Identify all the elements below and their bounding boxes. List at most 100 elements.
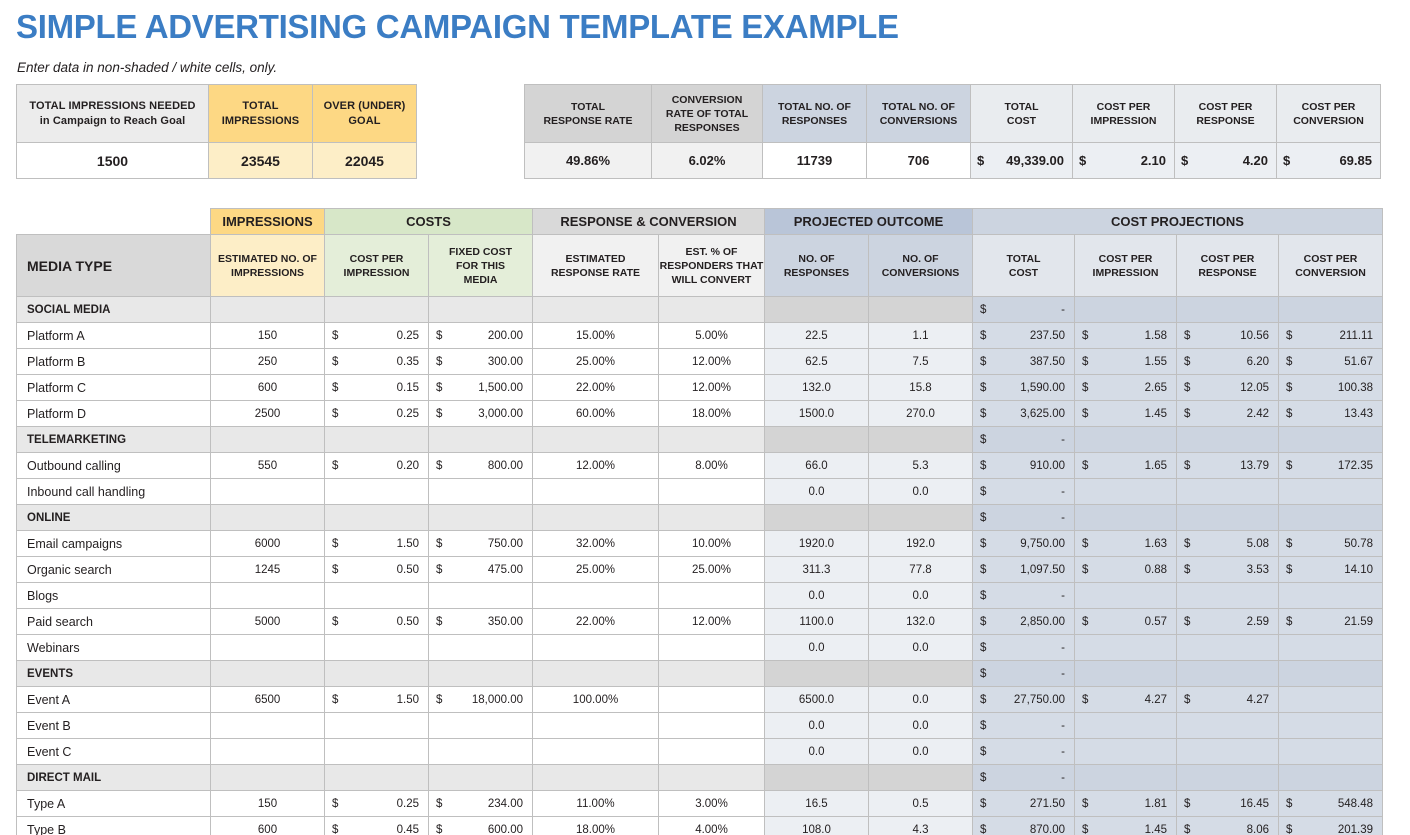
cell-estimated-impressions[interactable]: 2500 — [210, 400, 325, 427]
cell-fixed-cost[interactable]: $1,500.00 — [428, 374, 533, 401]
cell-cost-per-impression[interactable]: $0.50 — [324, 608, 429, 635]
cell-estimated-response-rate[interactable]: 22.00% — [532, 608, 659, 635]
cell-est-percent-convert[interactable]: 25.00% — [658, 556, 765, 583]
cell-estimated-impressions[interactable]: 6000 — [210, 530, 325, 557]
cell-estimated-response-rate[interactable]: 60.00% — [532, 400, 659, 427]
cell-estimated-impressions[interactable]: 150 — [210, 790, 325, 817]
cell-fixed-cost[interactable]: $800.00 — [428, 452, 533, 479]
cell-estimated-impressions[interactable]: 6500 — [210, 686, 325, 713]
group-header-row: IMPRESSIONS COSTS RESPONSE & CONVERSION … — [16, 208, 1383, 235]
cell-est-percent-convert[interactable]: 12.00% — [658, 374, 765, 401]
group-cost-projections: COST PROJECTIONS — [972, 208, 1383, 235]
cell-est-percent-convert[interactable]: 3.00% — [658, 790, 765, 817]
cell-cost-per-impression[interactable]: $1.50 — [324, 530, 429, 557]
cell-estimated-impressions[interactable]: 550 — [210, 452, 325, 479]
cell-estimated-response-rate[interactable]: 11.00% — [532, 790, 659, 817]
cell-est-percent-convert[interactable] — [658, 582, 765, 609]
cell-estimated-response-rate[interactable] — [532, 712, 659, 739]
media-type-label: Email campaigns — [16, 530, 211, 557]
cell-est-percent-convert[interactable] — [658, 712, 765, 739]
cell-fixed-cost[interactable]: $350.00 — [428, 608, 533, 635]
section-blank-cell — [428, 660, 533, 687]
header-line-2: RESPONDERS THAT — [659, 259, 764, 272]
cell-est-percent-convert[interactable]: 5.00% — [658, 322, 765, 349]
cell-fixed-cost[interactable] — [428, 582, 533, 609]
cell-over-under-goal: 22045 — [312, 142, 417, 179]
cell-estimated-response-rate[interactable] — [532, 478, 659, 505]
cell-total-impressions-needed[interactable]: 1500 — [16, 142, 209, 179]
cell-fixed-cost[interactable]: $300.00 — [428, 348, 533, 375]
cell-fixed-cost[interactable]: $750.00 — [428, 530, 533, 557]
cell-est-percent-convert[interactable] — [658, 478, 765, 505]
cell-estimated-impressions[interactable]: 250 — [210, 348, 325, 375]
cell-estimated-response-rate[interactable]: 25.00% — [532, 348, 659, 375]
cell-cost-per-impression[interactable]: $0.25 — [324, 322, 429, 349]
cell-no-of-conversions: 77.8 — [868, 556, 973, 583]
cell-fixed-cost[interactable]: $600.00 — [428, 816, 533, 835]
cell-cost-per-impression[interactable]: $0.35 — [324, 348, 429, 375]
cell-est-percent-convert[interactable]: 8.00% — [658, 452, 765, 479]
header-line-1: EST. % OF — [685, 245, 738, 258]
cell-estimated-response-rate[interactable]: 15.00% — [532, 322, 659, 349]
cell-proj-cost-per-conversion: $548.48 — [1278, 790, 1383, 817]
cell-fixed-cost[interactable]: $234.00 — [428, 790, 533, 817]
cell-estimated-impressions[interactable]: 600 — [210, 374, 325, 401]
cell-estimated-response-rate[interactable] — [532, 582, 659, 609]
cell-total-cost: $1,590.00 — [972, 374, 1075, 401]
cell-estimated-response-rate[interactable] — [532, 738, 659, 765]
cell-cost-per-impression[interactable]: $0.25 — [324, 400, 429, 427]
cell-est-percent-convert[interactable]: 12.00% — [658, 608, 765, 635]
section-blank-cell — [658, 660, 765, 687]
cell-estimated-response-rate[interactable]: 18.00% — [532, 816, 659, 835]
currency-symbol: $ — [1082, 537, 1089, 550]
cell-cost-per-impression[interactable] — [324, 582, 429, 609]
cell-estimated-impressions[interactable]: 5000 — [210, 608, 325, 635]
cell-estimated-response-rate[interactable]: 25.00% — [532, 556, 659, 583]
cell-estimated-impressions[interactable]: 600 — [210, 816, 325, 835]
cell-estimated-impressions[interactable] — [210, 634, 325, 661]
cell-fixed-cost[interactable]: $475.00 — [428, 556, 533, 583]
value: 0.15 — [396, 381, 419, 394]
cell-estimated-impressions[interactable] — [210, 712, 325, 739]
cell-cost-per-impression[interactable] — [324, 712, 429, 739]
cell-cost-per-impression[interactable]: $0.50 — [324, 556, 429, 583]
cell-fixed-cost[interactable]: $18,000.00 — [428, 686, 533, 713]
cell-fixed-cost[interactable]: $3,000.00 — [428, 400, 533, 427]
cell-cost-per-impression[interactable]: $0.45 — [324, 816, 429, 835]
cell-fixed-cost[interactable]: $200.00 — [428, 322, 533, 349]
cell-estimated-response-rate[interactable]: 100.00% — [532, 686, 659, 713]
currency-symbol: $ — [436, 459, 443, 472]
cell-cost-per-impression[interactable] — [324, 478, 429, 505]
cell-proj-cost-per-impression — [1074, 582, 1177, 609]
cell-estimated-response-rate[interactable]: 22.00% — [532, 374, 659, 401]
cell-cost-per-impression[interactable]: $0.25 — [324, 790, 429, 817]
cell-cost-per-impression[interactable]: $0.15 — [324, 374, 429, 401]
cell-est-percent-convert[interactable]: 18.00% — [658, 400, 765, 427]
cell-est-percent-convert[interactable]: 4.00% — [658, 816, 765, 835]
cell-estimated-response-rate[interactable] — [532, 634, 659, 661]
cell-est-percent-convert[interactable]: 12.00% — [658, 348, 765, 375]
value: 1.81 — [1144, 797, 1167, 810]
cell-est-percent-convert[interactable]: 10.00% — [658, 530, 765, 557]
cell-cost-per-impression[interactable] — [324, 634, 429, 661]
cell-est-percent-convert[interactable] — [658, 634, 765, 661]
cell-fixed-cost[interactable] — [428, 712, 533, 739]
cell-cost-per-impression[interactable] — [324, 738, 429, 765]
cell-est-percent-convert[interactable] — [658, 738, 765, 765]
colheader-total-cost: TOTAL COST — [972, 234, 1075, 297]
cell-estimated-impressions[interactable] — [210, 582, 325, 609]
cell-fixed-cost[interactable] — [428, 738, 533, 765]
cell-fixed-cost[interactable] — [428, 634, 533, 661]
cell-cost-per-impression[interactable]: $1.50 — [324, 686, 429, 713]
table-row: Webinars 0.0 0.0 $ - — [16, 634, 1383, 661]
cell-est-percent-convert[interactable] — [658, 686, 765, 713]
cell-estimated-impressions[interactable]: 150 — [210, 322, 325, 349]
cell-estimated-impressions[interactable] — [210, 738, 325, 765]
cell-estimated-response-rate[interactable]: 12.00% — [532, 452, 659, 479]
cell-estimated-response-rate[interactable]: 32.00% — [532, 530, 659, 557]
cell-cost-per-impression[interactable]: $0.20 — [324, 452, 429, 479]
cell-estimated-impressions[interactable] — [210, 478, 325, 505]
cell-total-responses: 11739 — [762, 142, 867, 179]
cell-estimated-impressions[interactable]: 1245 — [210, 556, 325, 583]
cell-fixed-cost[interactable] — [428, 478, 533, 505]
